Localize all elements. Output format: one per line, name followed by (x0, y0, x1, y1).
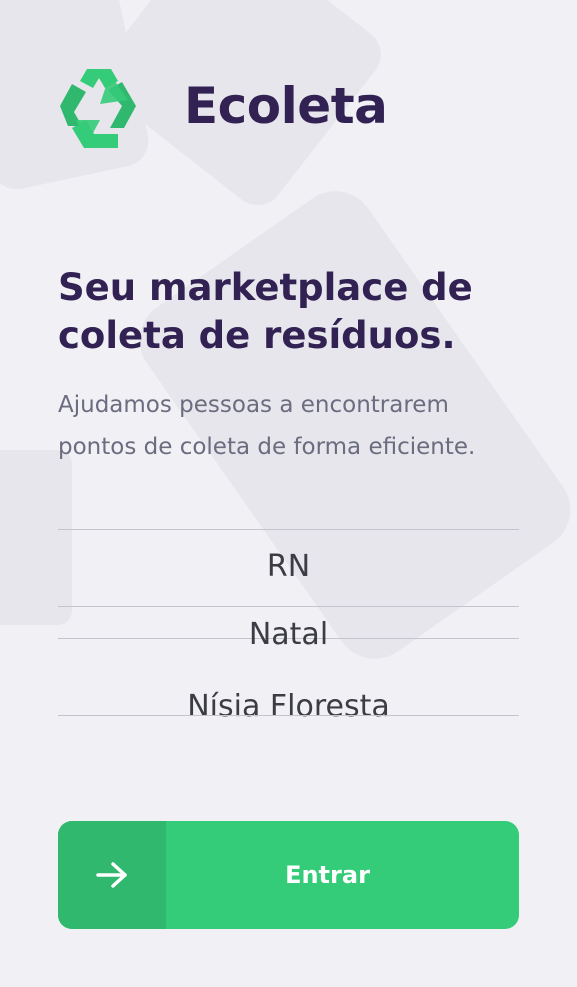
picker-divider (58, 606, 519, 607)
picker-item-uf[interactable]: RN (58, 549, 519, 584)
picker-item-city[interactable]: Natal (58, 617, 519, 652)
enter-icon-box (58, 821, 166, 929)
recycle-icon (60, 69, 136, 148)
enter-button[interactable]: Entrar (58, 821, 519, 929)
page-headline: Seu marketplace de coleta de resíduos. (58, 264, 528, 360)
headline-line: coleta de resíduos. (58, 314, 456, 357)
app-header: Ecoleta (56, 64, 388, 148)
location-picker[interactable]: RN Natal Nísia Floresta (58, 529, 519, 739)
headline-line: Seu marketplace de (58, 266, 473, 309)
home-screen: Ecoleta Seu marketplace de coleta de res… (0, 0, 577, 987)
page-description: Ajudamos pessoas a encontrarem pontos de… (58, 384, 538, 468)
app-title: Ecoleta (184, 77, 388, 135)
picker-divider (58, 715, 519, 716)
picker-item-city[interactable]: Nísia Floresta (58, 689, 519, 724)
arrow-right-icon (96, 862, 127, 888)
enter-button-label: Entrar (285, 861, 370, 889)
description-line: Ajudamos pessoas a encontrarem (58, 392, 449, 418)
description-line: pontos de coleta de forma eficiente. (58, 434, 476, 460)
picker-divider (58, 529, 519, 530)
